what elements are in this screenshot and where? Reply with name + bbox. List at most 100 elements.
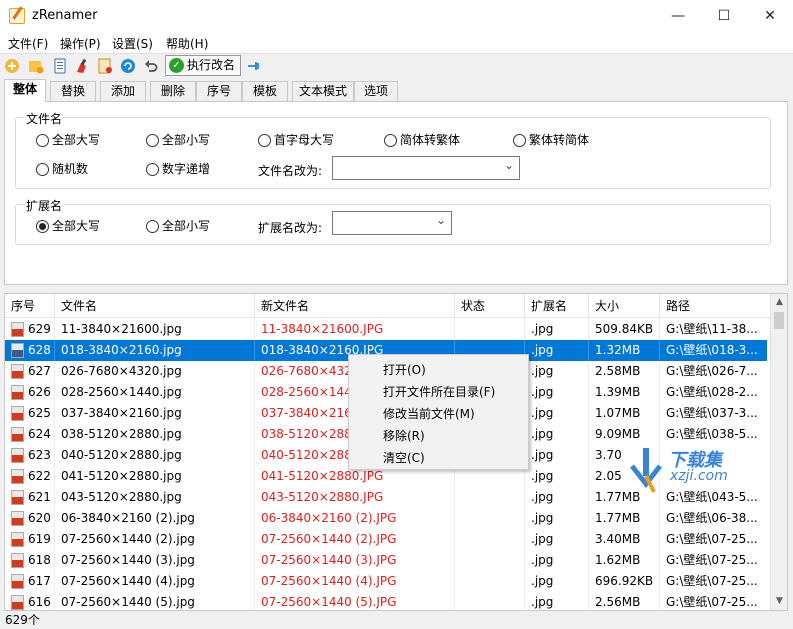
cell-path: G:\壁纸\11-38... xyxy=(666,322,758,336)
menu-settings[interactable]: 设置(S) xyxy=(112,35,153,52)
watermark-subtext: xzji.com xyxy=(670,468,728,484)
tab-sequence[interactable]: 序号 xyxy=(196,81,242,101)
table-row[interactable]: 617 07-2560×1440 (4).jpg 07-2560×1440 (4).… xyxy=(5,571,767,592)
minimize-button[interactable]: — xyxy=(655,0,701,32)
cell-no: 618 xyxy=(5,550,55,571)
radio-ext-upper[interactable]: 全部大写 xyxy=(36,219,100,233)
pin-icon[interactable] xyxy=(246,58,262,74)
cell-size: 1.77MB xyxy=(589,508,660,529)
scroll-thumb[interactable] xyxy=(774,312,784,329)
radio-filename-lower[interactable]: 全部小写 xyxy=(146,133,210,147)
col-header-no[interactable]: 序号 xyxy=(5,294,55,318)
ctx-clear[interactable]: 清空(C) xyxy=(383,449,425,466)
add-folder-icon[interactable] xyxy=(28,58,44,74)
execute-rename-button[interactable]: ✓ 执行改名 xyxy=(165,55,241,76)
cell-name: 07-2560×1440 (2).jpg xyxy=(55,529,255,550)
ctx-open-folder[interactable]: 打开文件所在目录(F) xyxy=(383,383,495,400)
ctx-remove[interactable]: 移除(R) xyxy=(383,427,425,444)
table-row[interactable]: 619 07-2560×1440 (2).jpg 07-2560×1440 (2).… xyxy=(5,529,767,550)
download-arrow-icon xyxy=(630,448,662,493)
table-row[interactable]: 616 07-2560×1440 (5).jpg 07-2560×1440 (5).… xyxy=(5,592,767,610)
radio-simplified-to-traditional[interactable]: 简体转繁体 xyxy=(384,133,460,147)
close-button[interactable]: ✕ xyxy=(747,0,793,32)
title-bar: zRenamer — ☐ ✕ xyxy=(0,0,793,32)
cell-no: 629 xyxy=(5,319,55,340)
col-header-path[interactable]: 路径 xyxy=(660,294,767,318)
status-bar: 629个 xyxy=(5,613,40,627)
context-menu: 打开(O) 打开文件所在目录(F) 修改当前文件(M) 移除(R) 清空(C) xyxy=(348,354,529,470)
cell-ext: .jpg xyxy=(525,571,589,592)
radio-ext-lower[interactable]: 全部小写 xyxy=(146,219,210,233)
radio-traditional-to-simplified[interactable]: 繁体转简体 xyxy=(513,133,589,147)
tab-add[interactable]: 添加 xyxy=(100,81,146,101)
menu-file[interactable]: 文件(F) xyxy=(8,35,48,52)
cell-newname: 07-2560×1440 (4).JPG xyxy=(255,571,455,592)
filename-group-label: 文件名 xyxy=(24,110,65,127)
tab-text-mode[interactable]: 文本模式 xyxy=(292,81,354,101)
undo-icon[interactable] xyxy=(143,58,159,74)
jpg-file-icon xyxy=(11,406,24,421)
cell-status xyxy=(455,571,525,592)
jpg-file-icon xyxy=(11,448,24,463)
cell-newname: 06-3840×2160 (2).JPG xyxy=(255,508,455,529)
tab-options[interactable]: 选项 xyxy=(354,81,398,101)
clear-icon[interactable] xyxy=(74,58,90,74)
col-header-status[interactable]: 状态 xyxy=(455,294,525,318)
radio-filename-capitalize[interactable]: 首字母大写 xyxy=(258,133,334,147)
radio-filename-upper[interactable]: 全部大写 xyxy=(36,133,100,147)
cell-name: 07-2560×1440 (4).jpg xyxy=(55,571,255,592)
tab-replace[interactable]: 替换 xyxy=(50,81,96,101)
cell-status xyxy=(455,529,525,550)
template-icon[interactable] xyxy=(97,58,113,74)
scroll-up-icon[interactable]: ▲ xyxy=(771,294,787,311)
extension-rename-label: 扩展名改为: xyxy=(258,221,323,235)
cell-name: 040-5120×2880.jpg xyxy=(55,445,255,466)
cell-no: 622 xyxy=(5,466,55,487)
menu-help[interactable]: 帮助(H) xyxy=(166,35,208,52)
cell-path: G:\壁纸\037-3... xyxy=(666,406,758,420)
cell-ext: .jpg xyxy=(525,592,589,610)
radio-number-increment[interactable]: 数字递增 xyxy=(146,162,210,176)
col-header-newname[interactable]: 新文件名 xyxy=(255,294,455,318)
table-row[interactable]: 620 06-3840×2160 (2).jpg 06-3840×2160 (2).… xyxy=(5,508,767,529)
cell-newname: 07-2560×1440 (3).JPG xyxy=(255,550,455,571)
col-header-size[interactable]: 大小 xyxy=(589,294,660,318)
cell-ext: .jpg xyxy=(525,508,589,529)
jpg-file-icon xyxy=(11,343,24,358)
cell-no: 619 xyxy=(5,529,55,550)
cell-status xyxy=(455,487,525,508)
extension-rename-combo[interactable] xyxy=(332,211,452,235)
window-title: zRenamer xyxy=(32,8,98,23)
table-row[interactable]: 629 11-3840×21600.jpg 11-3840×21600.JPG .jp… xyxy=(5,319,767,340)
vertical-scrollbar[interactable]: ▲ ▼ xyxy=(770,294,787,610)
jpg-file-icon xyxy=(11,322,24,337)
app-icon xyxy=(9,8,25,24)
menu-operation[interactable]: 操作(P) xyxy=(60,35,101,52)
ctx-modify-file[interactable]: 修改当前文件(M) xyxy=(383,405,475,422)
cell-size: 1.07MB xyxy=(589,403,660,424)
tab-template[interactable]: 模板 xyxy=(242,81,288,101)
add-file-icon[interactable] xyxy=(4,58,20,74)
tab-delete[interactable]: 删除 xyxy=(150,81,196,101)
maximize-button[interactable]: ☐ xyxy=(701,0,747,32)
table-row[interactable]: 618 07-2560×1440 (3).jpg 07-2560×1440 (3).… xyxy=(5,550,767,571)
filename-rename-combo[interactable] xyxy=(332,156,520,180)
radio-random-number[interactable]: 随机数 xyxy=(36,162,88,176)
scroll-down-icon[interactable]: ▼ xyxy=(771,593,787,610)
extension-group-label: 扩展名 xyxy=(24,197,65,214)
cell-ext: .jpg xyxy=(525,466,589,487)
cell-name: 07-2560×1440 (5).jpg xyxy=(55,592,255,610)
col-header-filename[interactable]: 文件名 xyxy=(55,294,255,318)
cell-no: 627 xyxy=(5,361,55,382)
jpg-file-icon xyxy=(11,532,24,547)
cell-newname: 07-2560×1440 (2).JPG xyxy=(255,529,455,550)
col-header-ext[interactable]: 扩展名 xyxy=(525,294,589,318)
watermark-logo: 下载集 xzji.com xyxy=(618,446,758,506)
ctx-open[interactable]: 打开(O) xyxy=(383,361,426,378)
cell-path: G:\壁纸\07-25... xyxy=(666,574,758,588)
tab-overall[interactable]: 整体 xyxy=(4,79,46,102)
document-icon[interactable] xyxy=(52,58,68,74)
cell-path: G:\壁纸\018-3... xyxy=(666,343,758,357)
refresh-icon[interactable] xyxy=(120,58,136,74)
jpg-file-icon xyxy=(11,364,24,379)
